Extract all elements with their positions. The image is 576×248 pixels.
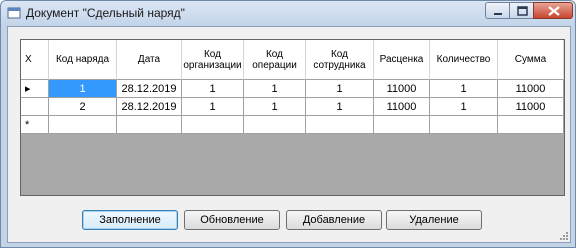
window-title: Документ "Сдельный наряд" — [26, 6, 185, 20]
maximize-button[interactable] — [509, 2, 534, 19]
close-icon — [548, 6, 560, 16]
row-selector-current[interactable]: ▸ — [21, 80, 49, 98]
table-cell[interactable]: 1 — [430, 80, 498, 98]
column-header-sum[interactable]: Сумма — [498, 40, 564, 80]
table-row[interactable]: ▸ 1 28.12.2019 1 1 1 11000 1 11000 — [21, 80, 564, 98]
minimize-button[interactable] — [485, 2, 510, 19]
column-header-employee-code[interactable]: Код сотрудника — [306, 40, 374, 80]
maximize-icon — [517, 6, 528, 16]
column-header-rate[interactable]: Расценка — [374, 40, 430, 80]
table-cell[interactable]: 1 — [244, 98, 306, 116]
delete-button[interactable]: Удаление — [386, 210, 482, 230]
title-bar[interactable]: Документ "Сдельный наряд" — [1, 1, 575, 25]
column-header-operation-code[interactable]: Код операции — [244, 40, 306, 80]
table-cell[interactable]: 1 — [49, 80, 117, 98]
add-button[interactable]: Добавление — [286, 210, 382, 230]
table-cell[interactable]: 1 — [306, 80, 374, 98]
table-cell[interactable]: 11000 — [498, 98, 564, 116]
window: Документ "Сдельный наряд" X Код наряда Д… — [0, 0, 576, 248]
column-header-x[interactable]: X — [21, 40, 49, 80]
table-cell[interactable]: 11000 — [374, 80, 430, 98]
fill-button[interactable]: Заполнение — [82, 210, 178, 230]
table-cell[interactable] — [374, 116, 430, 134]
table-cell[interactable] — [244, 116, 306, 134]
table-cell[interactable]: 1 — [306, 98, 374, 116]
app-icon — [7, 7, 21, 19]
table-cell[interactable] — [498, 116, 564, 134]
table-cell[interactable]: 1 — [244, 80, 306, 98]
column-header-date[interactable]: Дата — [117, 40, 182, 80]
minimize-icon — [494, 13, 502, 15]
table-row[interactable]: 2 28.12.2019 1 1 1 11000 1 11000 — [21, 98, 564, 116]
grid-header-row: X Код наряда Дата Код организации Код оп… — [21, 40, 564, 80]
column-header-order-code[interactable]: Код наряда — [49, 40, 117, 80]
table-cell[interactable]: 1 — [182, 98, 244, 116]
data-grid[interactable]: X Код наряда Дата Код организации Код оп… — [20, 39, 565, 196]
table-cell[interactable]: 1 — [182, 80, 244, 98]
table-cell[interactable]: 11000 — [498, 80, 564, 98]
column-header-organization-code[interactable]: Код организации — [182, 40, 244, 80]
refresh-button[interactable]: Обновление — [184, 210, 280, 230]
close-button[interactable] — [533, 2, 573, 19]
table-cell[interactable] — [182, 116, 244, 134]
resize-grip-icon[interactable] — [559, 231, 569, 241]
row-selector[interactable] — [21, 98, 49, 116]
new-row[interactable]: * — [21, 116, 564, 134]
table-cell[interactable]: 2 — [49, 98, 117, 116]
new-row-marker[interactable]: * — [21, 116, 49, 134]
client-area: X Код наряда Дата Код организации Код оп… — [7, 26, 571, 243]
table-cell[interactable]: 28.12.2019 — [117, 80, 182, 98]
table-cell[interactable] — [117, 116, 182, 134]
table-cell[interactable] — [306, 116, 374, 134]
table-cell[interactable]: 11000 — [374, 98, 430, 116]
table-cell[interactable] — [49, 116, 117, 134]
column-header-quantity[interactable]: Количество — [430, 40, 498, 80]
table-cell[interactable]: 1 — [430, 98, 498, 116]
table-cell[interactable]: 28.12.2019 — [117, 98, 182, 116]
table-cell[interactable] — [430, 116, 498, 134]
